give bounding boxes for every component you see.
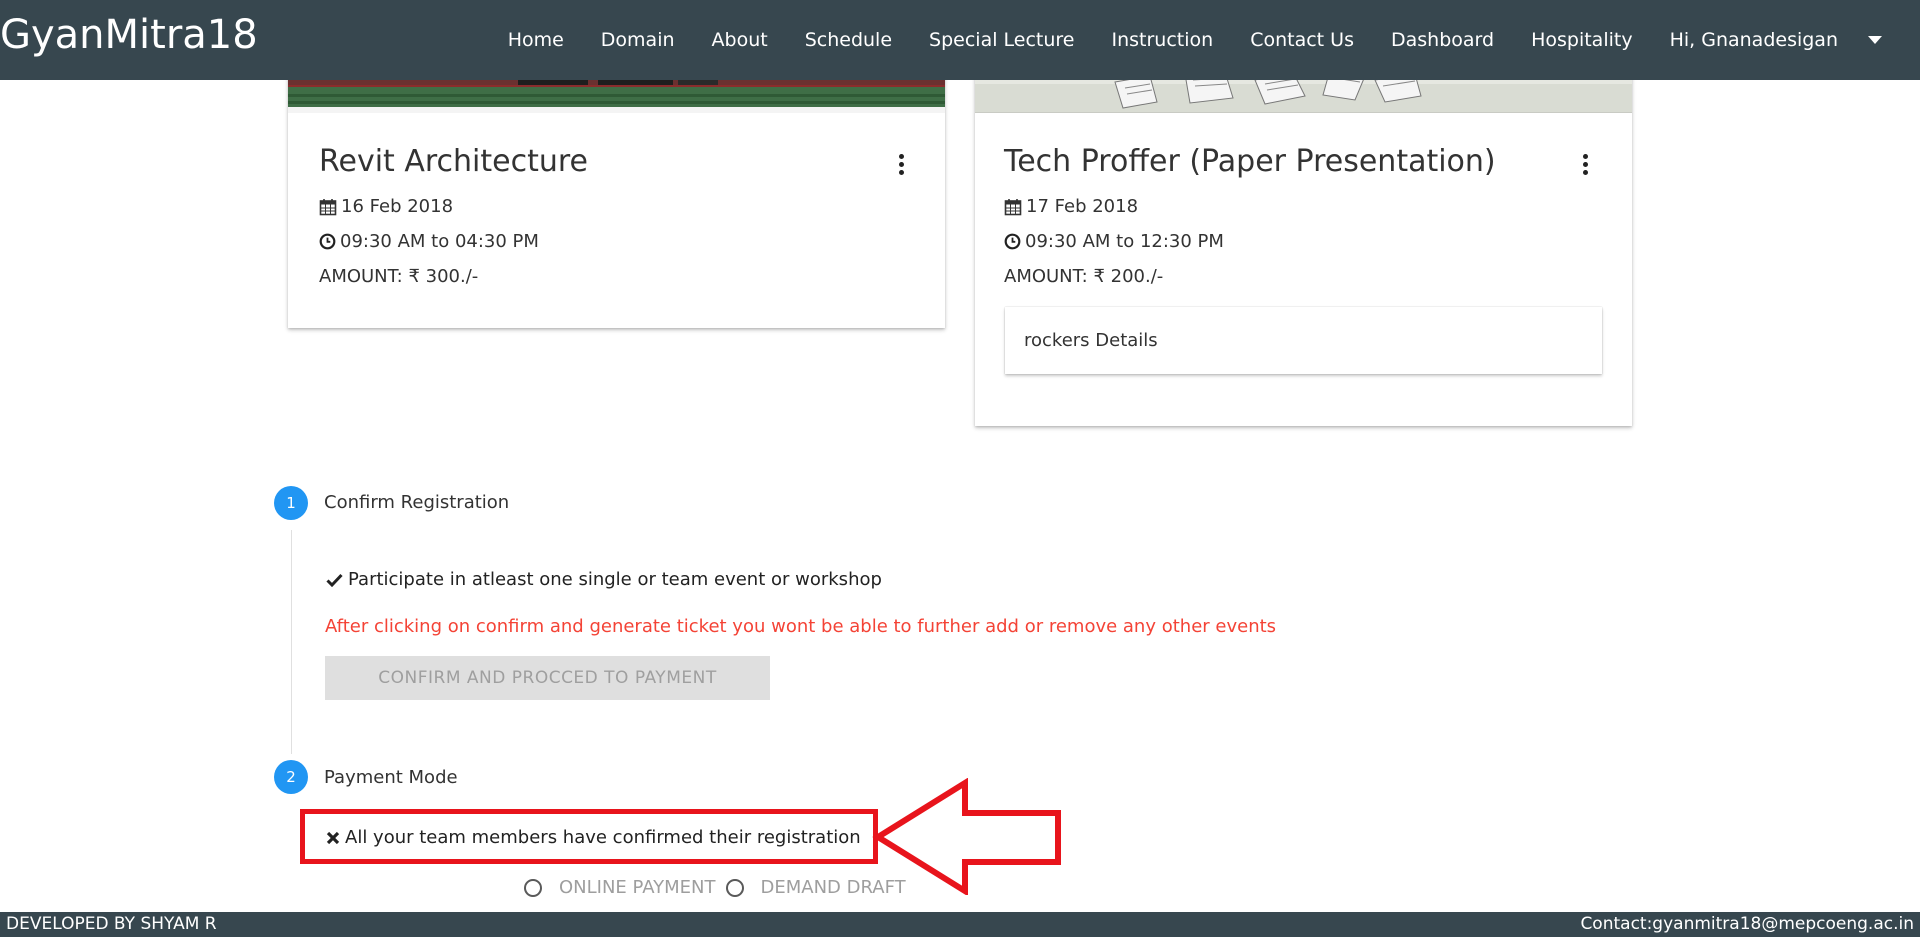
nav-contact-us[interactable]: Contact Us <box>1250 29 1354 51</box>
nav-dashboard[interactable]: Dashboard <box>1391 29 1494 51</box>
payment-options: ONLINE PAYMENT DEMAND DRAFT <box>524 877 906 898</box>
nav-about[interactable]: About <box>712 29 768 51</box>
clock-icon <box>1004 233 1021 250</box>
confirm-warning: After clicking on confirm and generate t… <box>325 616 1277 637</box>
event-date-text: 16 Feb 2018 <box>341 196 454 217</box>
annotation-highlight-box <box>300 809 878 864</box>
page-footer: DEVELOPED BY SHYAM R Contact:gyanmitra18… <box>0 912 1920 937</box>
calendar-icon <box>1004 198 1022 216</box>
clock-icon <box>319 233 336 250</box>
event-amount: AMOUNT: ₹ 200./- <box>1004 266 1164 287</box>
user-greeting: Hi, Gnanadesigan <box>1669 29 1838 51</box>
demand-draft-radio[interactable] <box>725 878 744 897</box>
event-date: 16 Feb 2018 <box>319 196 453 217</box>
demand-draft-label[interactable]: DEMAND DRAFT <box>761 877 906 898</box>
event-amount: AMOUNT: ₹ 300./- <box>319 266 479 287</box>
nav-menu: Home Domain About Schedule Special Lectu… <box>471 0 1882 80</box>
nav-special-lecture[interactable]: Special Lecture <box>929 29 1074 51</box>
nav-instruction[interactable]: Instruction <box>1112 29 1214 51</box>
contact-email[interactable]: Contact:gyanmitra18@mepcoeng.ac.in <box>1580 914 1914 934</box>
online-payment-radio[interactable] <box>524 878 542 897</box>
card-more-icon[interactable] <box>897 154 905 175</box>
step-number-2: 2 <box>274 760 308 794</box>
dropdown-caret-icon[interactable] <box>1868 36 1882 44</box>
nav-hospitality[interactable]: Hospitality <box>1531 29 1633 51</box>
calendar-icon <box>319 198 337 216</box>
event-time: 09:30 AM to 12:30 PM <box>1004 231 1224 252</box>
step-title-confirm-registration: Confirm Registration <box>324 492 510 513</box>
confirm-and-proceed-button[interactable]: CONFIRM AND PROCCED TO PAYMENT <box>325 656 770 700</box>
nav-domain[interactable]: Domain <box>601 29 675 51</box>
requirement-participation-text: Participate in atleast one single or tea… <box>348 569 882 590</box>
event-card-revit: Revit Architecture 16 Feb 2018 09:30 AM … <box>288 70 945 328</box>
requirement-participation: Participate in atleast one single or tea… <box>326 569 882 590</box>
event-date: 17 Feb 2018 <box>1004 196 1138 217</box>
online-payment-label[interactable]: ONLINE PAYMENT <box>559 877 716 898</box>
nav-home[interactable]: Home <box>508 29 564 51</box>
event-time: 09:30 AM to 04:30 PM <box>319 231 539 252</box>
event-time-text: 09:30 AM to 04:30 PM <box>340 231 539 252</box>
card-more-icon[interactable] <box>1581 154 1589 175</box>
step-title-payment-mode: Payment Mode <box>324 767 458 788</box>
event-title: Tech Proffer (Paper Presentation) <box>1004 144 1496 179</box>
event-card-tech-proffer: Tech Proffer (Paper Presentation) 17 Feb… <box>975 70 1632 426</box>
event-date-text: 17 Feb 2018 <box>1026 196 1139 217</box>
event-time-text: 09:30 AM to 12:30 PM <box>1025 231 1224 252</box>
top-navbar: GyanMitra18 Home Domain About Schedule S… <box>0 0 1920 80</box>
step-connector <box>291 530 292 754</box>
team-details-panel[interactable]: rockers Details <box>1005 307 1602 374</box>
nav-schedule[interactable]: Schedule <box>805 29 892 51</box>
developer-credit: DEVELOPED BY SHYAM R <box>6 914 217 934</box>
event-title: Revit Architecture <box>319 144 589 179</box>
user-menu[interactable]: Hi, Gnanadesigan <box>1670 29 1882 51</box>
checkmark-icon <box>326 573 343 587</box>
step-number-1: 1 <box>274 486 308 520</box>
brand-logo[interactable]: GyanMitra18 <box>0 12 258 58</box>
